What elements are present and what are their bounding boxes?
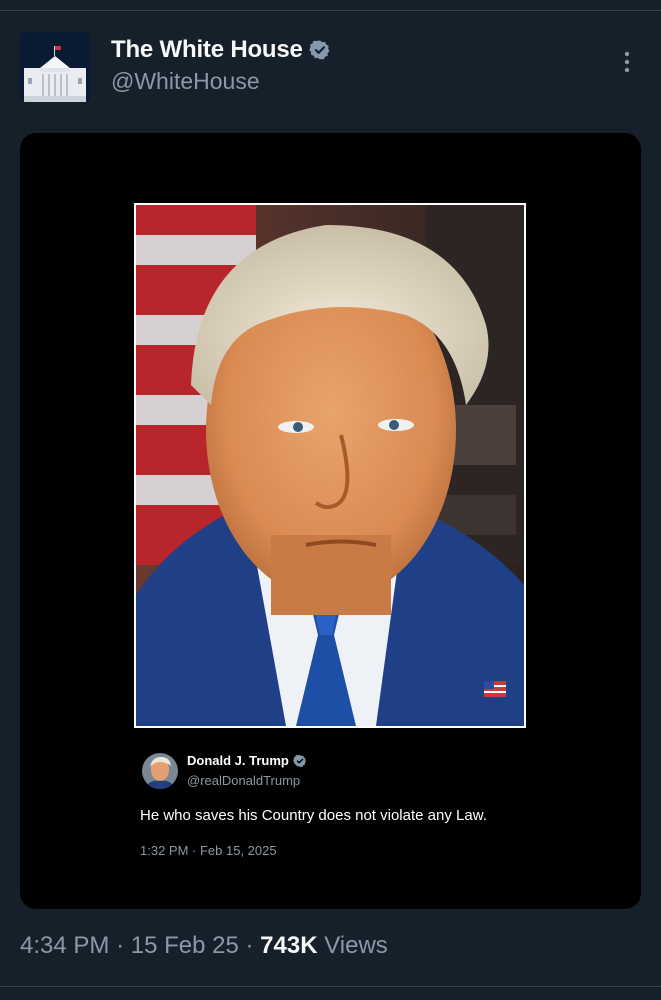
post-meta: 4:34 PM · 15 Feb 25 · 743K Views (20, 932, 388, 960)
author-avatar[interactable] (20, 32, 90, 102)
quoted-author-avatar[interactable] (142, 753, 178, 789)
author-handle[interactable]: @WhiteHouse (111, 68, 260, 95)
top-divider (0, 10, 661, 11)
quoted-author-handle[interactable]: @realDonaldTrump (187, 773, 300, 788)
post-time[interactable]: 4:34 PM (20, 932, 109, 959)
views-label: Views (324, 932, 388, 959)
quoted-author-name-row[interactable]: Donald J. Trump (187, 753, 307, 768)
bottom-divider (0, 986, 661, 987)
meta-separator: · (245, 932, 254, 959)
verified-badge-icon (308, 40, 330, 60)
author-display-name[interactable]: The White House (111, 36, 303, 64)
author-name-row[interactable]: The White House (111, 36, 331, 64)
post-date[interactable]: 15 Feb 25 (131, 932, 239, 959)
quoted-post-text: He who saves his Country does not violat… (140, 807, 487, 824)
quoted-author-name[interactable]: Donald J. Trump (187, 753, 289, 768)
quoted-post-timestamp: 1:32 PM · Feb 15, 2025 (140, 843, 277, 858)
white-house-building-icon (20, 32, 90, 102)
meta-separator: · (116, 932, 125, 959)
views-count[interactable]: 743K (260, 932, 317, 959)
media-card[interactable]: Donald J. Trump @realDonaldTrump He who … (20, 133, 641, 909)
portrait-photo[interactable] (134, 203, 526, 728)
more-vertical-icon[interactable] (619, 50, 635, 74)
verified-badge-icon (292, 754, 306, 767)
post-header: The White House @WhiteHouse (20, 32, 641, 104)
